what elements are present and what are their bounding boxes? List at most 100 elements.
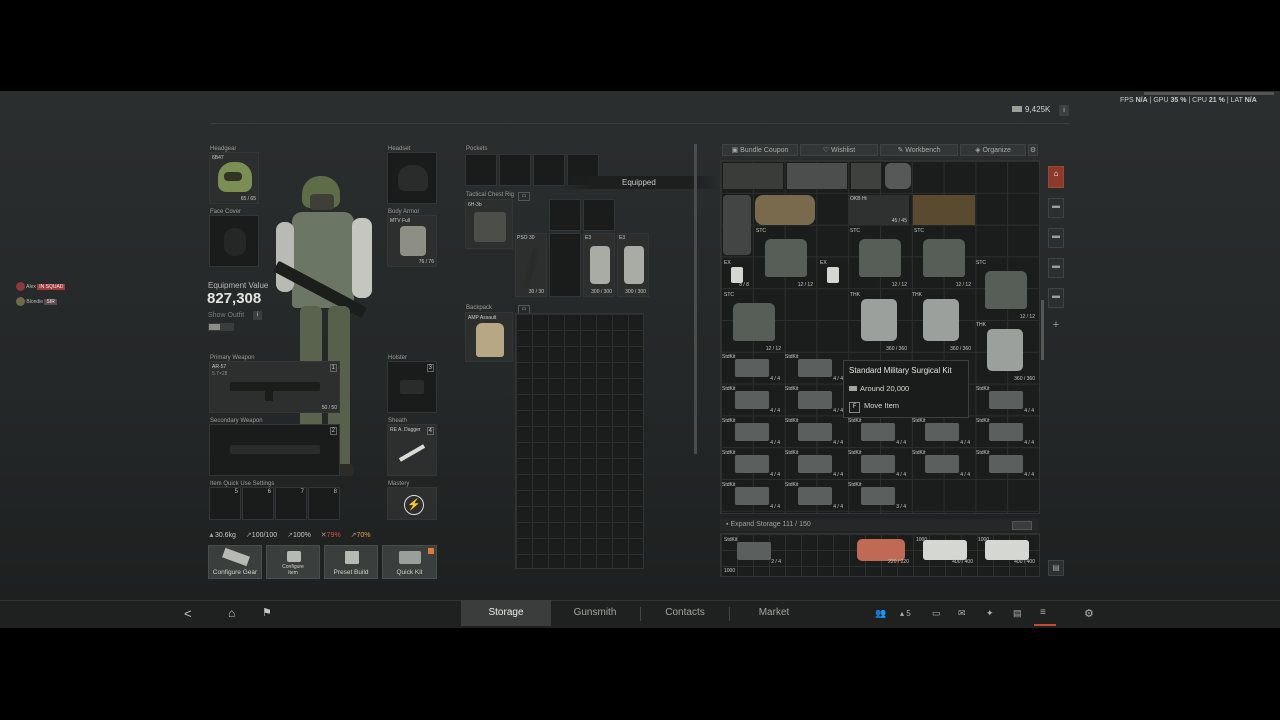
rig-cell[interactable] xyxy=(549,233,581,297)
tactical-rig-slot[interactable]: 6H-3b xyxy=(465,199,513,249)
friends-icon[interactable]: 👥 xyxy=(875,608,886,619)
white-kit-item[interactable]: 1000 400 / 400 xyxy=(915,536,975,566)
tall-case-item[interactable] xyxy=(723,195,751,255)
rig-scrollbar[interactable] xyxy=(694,144,697,454)
tab-contacts[interactable]: Contacts xyxy=(641,600,729,626)
stdkit-item[interactable]: StdKit 4 / 4 xyxy=(784,449,845,479)
expand-storage-bar[interactable]: ▪ Expand Storage 111 / 150 xyxy=(720,519,1038,531)
add-container-icon[interactable]: + xyxy=(1048,318,1064,334)
thk-item[interactable]: THK 360 / 360 xyxy=(975,321,1037,383)
flag-icon[interactable]: ⚑ xyxy=(262,606,272,619)
rig-grenade-slot[interactable]: E3 300 / 300 xyxy=(583,233,615,297)
stdkit-item[interactable]: StdKit 4 / 4 xyxy=(721,449,782,479)
lower-storage-grid[interactable]: StdKit 2 / 4 220 / 220 1000 400 / 400 10… xyxy=(720,533,1040,577)
stdkit-item[interactable]: StdKit 4 / 4 xyxy=(784,353,845,383)
thk-item[interactable]: THK 360 / 360 xyxy=(849,291,909,353)
stdkit-item[interactable]: StdKit 4 / 4 xyxy=(784,481,845,511)
mask-item[interactable] xyxy=(885,163,911,189)
pocket-slot[interactable] xyxy=(465,154,497,186)
stdkit-item[interactable]: StdKit 4 / 4 xyxy=(847,449,908,479)
stdkit-item[interactable]: StdKit 3 / 4 xyxy=(847,481,908,511)
white-kit-item[interactable]: 1000 400 / 400 xyxy=(977,536,1037,566)
configure-item-button[interactable]: Configure Item xyxy=(266,545,320,579)
tactical-rig-lock-icon[interactable]: ▭ xyxy=(518,192,530,201)
quick-use-slot[interactable]: 5 xyxy=(209,487,241,520)
currency-info-icon[interactable]: i xyxy=(1059,105,1069,116)
stdkit-item[interactable]: StdKit 4 / 4 xyxy=(784,417,845,447)
mail-icon[interactable]: ✉ xyxy=(958,608,966,619)
face-cover-slot[interactable] xyxy=(209,215,259,267)
preset-build-button[interactable]: Preset Build xyxy=(324,545,378,579)
storage-home-icon[interactable]: ⌂ xyxy=(1048,166,1064,188)
stdkit-item[interactable]: StdKit 2 / 4 xyxy=(723,536,783,566)
storage-container-icon[interactable]: ▬ xyxy=(1048,198,1064,218)
stc-bag-item[interactable]: STC 12 / 12 xyxy=(975,259,1037,321)
rig-magazine-slot[interactable]: PSO 30 30 / 30 xyxy=(515,233,547,297)
settings-icon[interactable]: ⚙ xyxy=(1084,607,1094,620)
stdkit-item[interactable]: StdKit 4 / 4 xyxy=(721,353,782,383)
helmet-item[interactable] xyxy=(851,163,881,189)
rig-cell[interactable] xyxy=(583,199,615,231)
storage-settings-button[interactable]: ⚙ xyxy=(1028,144,1038,156)
stdkit-item[interactable]: StdKit 4 / 4 xyxy=(911,417,972,447)
rig-cell[interactable] xyxy=(549,199,581,231)
menu-icon[interactable]: ≡ xyxy=(1040,607,1046,618)
stdkit-item[interactable]: StdKit 4 / 4 xyxy=(784,385,845,415)
stdkit-item[interactable]: StdKit 4 / 4 xyxy=(847,417,908,447)
wishlist-tab[interactable]: ♡ Wishlist xyxy=(800,144,878,156)
stc-bag-item[interactable]: STC 12 / 12 xyxy=(755,227,815,289)
configure-gear-button[interactable]: Configure Gear xyxy=(208,545,262,579)
quick-kit-button[interactable]: Quick Kit xyxy=(382,545,437,579)
stdkit-item[interactable]: StdKit 4 / 4 xyxy=(721,417,782,447)
chat-icon[interactable]: ▭ xyxy=(932,608,941,619)
stdkit-item[interactable]: StdKit 4 / 4 xyxy=(975,385,1036,415)
primary-weapon-slot[interactable]: AR-57 5.7×28 1 50 / 50 xyxy=(209,361,340,413)
tab-storage[interactable]: Storage xyxy=(461,600,551,626)
quick-use-slot[interactable]: 6 xyxy=(242,487,274,520)
party-count[interactable]: ▴ 5 xyxy=(900,609,911,618)
storage-scrollbar[interactable] xyxy=(1041,300,1044,360)
quick-use-slot[interactable]: 7 xyxy=(275,487,307,520)
ex-item[interactable]: EX xyxy=(819,259,847,289)
holster-slot[interactable]: 3 xyxy=(387,361,437,413)
ex-item[interactable]: EX 8 / 8 xyxy=(723,259,751,289)
backpack-slot[interactable]: AMP Assault xyxy=(465,312,513,362)
workbench-tab[interactable]: ✎ Workbench xyxy=(880,144,958,156)
storage-container-icon[interactable]: ▬ xyxy=(1048,288,1064,308)
medkit-item[interactable]: 220 / 220 xyxy=(851,536,911,566)
stc-bag-item[interactable]: STC 12 / 12 xyxy=(723,291,783,353)
headset-slot[interactable] xyxy=(387,152,437,204)
show-outfit-toggle[interactable] xyxy=(208,323,234,331)
rig-grenade-slot[interactable]: E3 300 / 300 xyxy=(617,233,649,297)
tab-gunsmith[interactable]: Gunsmith xyxy=(551,600,639,626)
party-member[interactable]: Blondie SIR xyxy=(16,297,57,307)
pocket-slot[interactable] xyxy=(499,154,531,186)
sheath-slot[interactable]: RE A. Dagger 4 xyxy=(387,424,437,476)
show-outfit-info-icon[interactable]: i xyxy=(253,311,262,320)
storage-bin-icon[interactable]: ▤ xyxy=(1048,560,1064,576)
quick-use-slot[interactable]: 8 xyxy=(308,487,340,520)
duffel-bag-item[interactable] xyxy=(755,195,815,225)
bundle-coupon-tab[interactable]: ▣ Bundle Coupon xyxy=(722,144,798,156)
expand-storage-button[interactable] xyxy=(1012,521,1032,530)
highlighted-item[interactable] xyxy=(913,195,975,225)
organize-tab[interactable]: ◈ Organize xyxy=(960,144,1026,156)
backpack-grid[interactable] xyxy=(515,313,644,569)
secondary-weapon-slot[interactable]: 2 xyxy=(209,424,340,476)
body-armor-slot[interactable]: MTV Full 76 / 76 xyxy=(387,215,437,267)
gear-bag-item[interactable] xyxy=(787,163,847,189)
tab-market[interactable]: Market xyxy=(730,600,818,626)
stdkit-item[interactable]: StdKit 4 / 4 xyxy=(975,449,1036,479)
storage-container-icon[interactable]: ▬ xyxy=(1048,258,1064,278)
stdkit-item[interactable]: StdKit 4 / 4 xyxy=(975,417,1036,447)
stdkit-item[interactable]: StdKit 4 / 4 xyxy=(721,385,782,415)
stdkit-item[interactable]: StdKit 4 / 4 xyxy=(721,481,782,511)
stc-bag-item[interactable]: STC 12 / 12 xyxy=(849,227,909,289)
headgear-slot[interactable]: 6B47 65 / 65 xyxy=(209,152,259,204)
tooltip-action[interactable]: F Move Item xyxy=(849,401,899,413)
party-member[interactable]: Alex IN SQUAD xyxy=(16,282,66,292)
thk-item[interactable]: THK 360 / 360 xyxy=(911,291,973,353)
okb-item[interactable]: OKB Hi 45 / 45 xyxy=(849,195,909,225)
stc-bag-item[interactable]: STC 12 / 12 xyxy=(913,227,973,289)
stdkit-item[interactable]: StdKit 4 / 4 xyxy=(911,449,972,479)
